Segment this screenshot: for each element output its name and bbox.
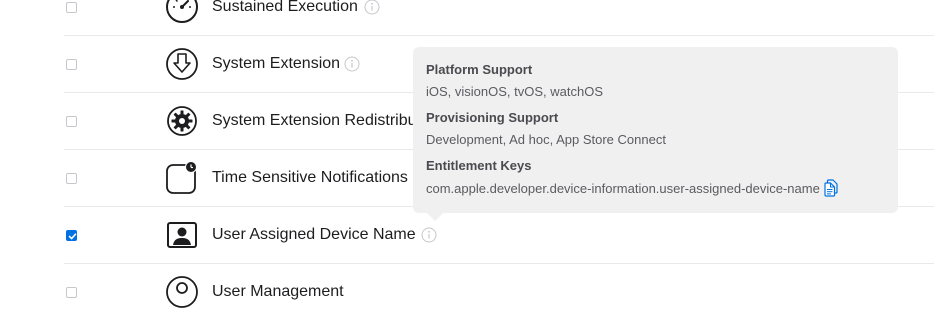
entitlement-keys-section: Entitlement Keys com.apple.developer.dev…: [426, 158, 885, 197]
capability-row-user-assigned-device-name[interactable]: User Assigned Device Name: [0, 207, 934, 264]
capability-checkbox[interactable]: [66, 287, 77, 298]
gear-icon: [167, 106, 197, 136]
capability-name: System Extension: [212, 55, 341, 72]
info-icon[interactable]: [421, 227, 437, 243]
info-icon[interactable]: [364, 0, 380, 15]
tooltip-arrow: [427, 213, 443, 221]
capability-checkbox[interactable]: [66, 173, 77, 184]
checkmark-icon: [68, 233, 77, 240]
capability-name: Sustained Execution: [212, 0, 358, 15]
platform-support-value: iOS, visionOS, tvOS, watchOS: [426, 84, 603, 99]
capability-name: User Management: [212, 283, 344, 300]
platform-support-section: Platform Support iOS, visionOS, tvOS, wa…: [426, 62, 885, 100]
entitlement-key-value[interactable]: com.apple.developer.device-information.u…: [426, 181, 820, 196]
provisioning-support-value: Development, Ad hoc, App Store Connect: [426, 132, 666, 147]
info-icon[interactable]: [344, 56, 360, 72]
capability-checkbox[interactable]: [66, 116, 77, 127]
capability-checkbox[interactable]: [66, 59, 77, 70]
provisioning-support-section: Provisioning Support Development, Ad hoc…: [426, 110, 885, 148]
capability-checkbox[interactable]: [66, 2, 77, 13]
capability-name: Time Sensitive Notifications: [212, 169, 408, 186]
gauge-icon: [166, 0, 198, 23]
capability-checkbox[interactable]: [66, 230, 77, 241]
capability-name: System Extension Redistribution: [212, 112, 443, 129]
person-card-icon: [167, 222, 197, 248]
person-circle-icon: [166, 276, 198, 308]
download-circle-icon: [166, 48, 198, 80]
capability-row-user-management[interactable]: User Management: [0, 264, 934, 321]
capability-row-sustained-execution[interactable]: Sustained Execution: [0, 0, 934, 36]
entitlement-keys-row: com.apple.developer.device-information.u…: [426, 179, 885, 197]
capability-details-tooltip: Platform Support iOS, visionOS, tvOS, wa…: [413, 47, 898, 221]
provisioning-support-heading: Provisioning Support: [426, 110, 559, 125]
notification-badge-icon: [166, 161, 197, 194]
capability-name: User Assigned Device Name: [212, 226, 416, 243]
copy-icon[interactable]: [823, 179, 839, 197]
platform-support-heading: Platform Support: [426, 62, 533, 77]
entitlement-keys-heading: Entitlement Keys: [426, 158, 532, 173]
